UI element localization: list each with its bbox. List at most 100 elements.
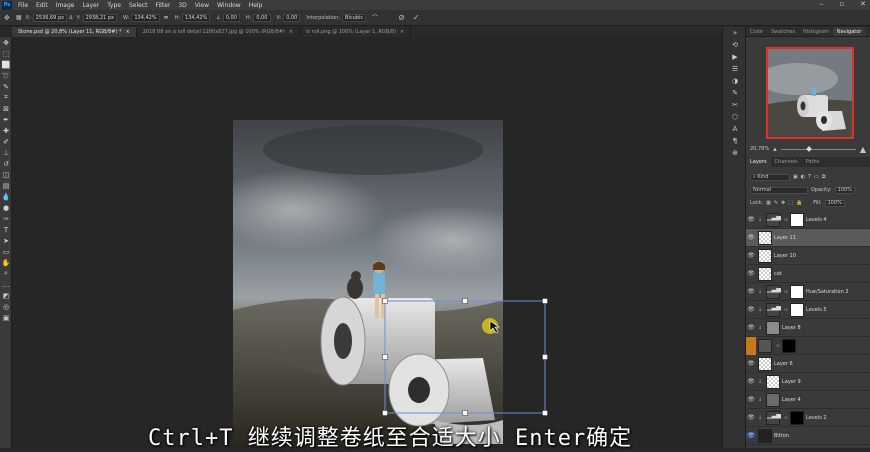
layer-name[interactable]: Hue/Saturation 2	[806, 289, 849, 295]
menu-type[interactable]: Type	[107, 2, 121, 9]
zoom-value[interactable]: 20,78%	[750, 146, 769, 152]
properties-icon[interactable]: ☰	[723, 63, 747, 75]
artboard-tool-icon[interactable]: ⬚	[0, 48, 12, 59]
paragraph-icon[interactable]: ¶	[723, 135, 747, 147]
visibility-eye-icon[interactable]: 👁	[746, 216, 756, 223]
frame-tool-icon[interactable]: ⊠	[0, 103, 12, 114]
lock-pixels-icon[interactable]: ▦	[766, 200, 771, 206]
layer-row[interactable]: 👁 ↓ ▁▃▅ ∞ Levels 4	[746, 211, 870, 229]
history-icon[interactable]: ⟲	[723, 39, 747, 51]
tab-close-icon[interactable]: ×	[126, 29, 130, 35]
layer-row[interactable]: 👁 ↓ Layer 4	[746, 391, 870, 409]
blur-tool-icon[interactable]: 💧	[0, 191, 12, 202]
path-select-icon[interactable]: ➤	[0, 235, 12, 246]
menu-window[interactable]: Window	[217, 2, 241, 9]
menu-edit[interactable]: Edit	[36, 2, 48, 9]
menu-select[interactable]: Select	[129, 2, 148, 9]
layer-row[interactable]: 👁 ↓ Layer 8	[746, 319, 870, 337]
y-field[interactable]: 2938,21 px	[82, 13, 117, 22]
zoom-tool-icon[interactable]: ⌕	[0, 268, 12, 279]
quick-mask-icon[interactable]: ◎	[0, 301, 12, 312]
tab-stone[interactable]: Stone.psd @ 20,8% (Layer 11, RGB/8#) * ×	[12, 27, 137, 37]
reference-point-icon[interactable]: ▦	[16, 14, 22, 21]
vskew-field[interactable]: 0,00	[283, 13, 301, 22]
more-tools-icon[interactable]: …	[0, 279, 12, 290]
minimize-icon[interactable]: –	[820, 0, 824, 8]
layer-name[interactable]: Layer 9	[782, 379, 801, 385]
history-brush-icon[interactable]: ↺	[0, 158, 12, 169]
quick-select-icon[interactable]: ✎	[0, 81, 12, 92]
visibility-eye-icon[interactable]: 👁	[746, 288, 756, 295]
cancel-transform-icon[interactable]: ⊘	[398, 13, 405, 22]
hskew-field[interactable]: 0,00	[253, 13, 271, 22]
menu-image[interactable]: Image	[56, 2, 75, 9]
tab-roll[interactable]: ls roll.png @ 100% (Layer 1, RGB/8) ×	[300, 27, 412, 37]
tab-roll-detail[interactable]: 2018 08 on a roll detail 1280x827.jpg @ …	[137, 27, 301, 37]
layer-mask-thumbnail[interactable]	[782, 338, 796, 353]
layer-row[interactable]: ∞	[746, 336, 870, 355]
height-field[interactable]: 134,42%	[182, 13, 211, 22]
visibility-eye-icon[interactable]: 👁	[746, 378, 756, 385]
delta-icon[interactable]: Δ	[69, 15, 72, 21]
layer-row[interactable]: 👁 ↓ ▁▃▅ ∞ Levels 5	[746, 301, 870, 319]
marquee-tool-icon[interactable]: ⬜	[0, 59, 12, 70]
menu-layer[interactable]: Layer	[82, 2, 99, 9]
visibility-eye-icon[interactable]: 👁	[746, 270, 756, 277]
glyphs-icon[interactable]: ⊕	[723, 147, 747, 159]
visibility-eye-icon[interactable]: 👁	[746, 324, 756, 331]
filter-adjust-icon[interactable]: ◐	[801, 174, 805, 180]
stamp-tool-icon[interactable]: ⊥	[0, 147, 12, 158]
move-tool-icon[interactable]: ✥	[4, 14, 10, 22]
visibility-eye-icon[interactable]: 👁	[746, 360, 756, 367]
filter-smart-icon[interactable]: ⧉	[822, 174, 826, 180]
interpolation-select[interactable]: Bicubic	[342, 13, 367, 22]
fill-field[interactable]: 100%	[824, 199, 845, 207]
layer-name[interactable]: Levels 5	[806, 307, 827, 313]
transform-bounding-box[interactable]	[12, 37, 722, 448]
dodge-tool-icon[interactable]: ●	[0, 202, 12, 213]
layer-row[interactable]: 👁 ↓ ▁▃▅ ∞ Levels 2	[746, 409, 870, 427]
layer-name[interactable]: Layer 8	[782, 325, 801, 331]
lock-move-icon[interactable]: ✥	[781, 200, 785, 206]
link-icon[interactable]: ∞	[164, 14, 169, 21]
photoshop-logo[interactable]: Ps	[2, 0, 12, 10]
filter-type-icon[interactable]: T	[808, 174, 811, 180]
visibility-eye-icon[interactable]: 👁	[746, 414, 756, 421]
move-tool-icon[interactable]: ✥	[0, 37, 12, 48]
layer-row[interactable]: 👁 cat	[746, 265, 870, 283]
layer-row[interactable]: 👁 Layer 10	[746, 247, 870, 265]
pen-tool-icon[interactable]: ✑	[0, 213, 12, 224]
visibility-eye-icon[interactable]: 👁	[746, 306, 756, 313]
width-field[interactable]: 134,42%	[131, 13, 160, 22]
layer-row[interactable]: 👁 ↓ ▁▃▅ ∞ Hue/Saturation 2	[746, 283, 870, 301]
warp-icon[interactable]: ⌒	[372, 13, 378, 22]
tab-channels[interactable]: Channels	[771, 157, 802, 167]
commit-transform-icon[interactable]: ✓	[413, 13, 420, 22]
canvas-area[interactable]	[12, 37, 722, 448]
tab-layers[interactable]: Layers	[746, 157, 771, 167]
zoom-slider-thumb[interactable]	[806, 145, 812, 152]
layer-row[interactable]: 👁 ↓ Layer 9	[746, 373, 870, 391]
shape-tool-icon[interactable]: ▭	[0, 246, 12, 257]
layer-mask-thumbnail[interactable]	[790, 284, 804, 299]
zoom-in-icon[interactable]: ▲	[860, 145, 866, 154]
menu-view[interactable]: View	[195, 2, 209, 9]
tab-navigator[interactable]: Navigator	[832, 27, 866, 36]
layer-row[interactable]: 👁 Bitton	[746, 427, 870, 445]
opacity-field[interactable]: 100%	[834, 186, 855, 194]
healing-brush-icon[interactable]: ✚	[0, 125, 12, 136]
layer-name[interactable]: cat	[774, 271, 782, 277]
character-icon[interactable]: A	[723, 123, 747, 135]
color-swatch-icon[interactable]: ◩	[0, 290, 12, 301]
layer-name[interactable]: Levels 4	[806, 217, 827, 223]
lock-paint-icon[interactable]: ✎	[774, 200, 778, 206]
visibility-eye-icon[interactable]: 👁	[746, 234, 756, 241]
lock-artboard-icon[interactable]: ⬚	[788, 200, 793, 206]
layer-name[interactable]: Layer 6	[774, 361, 793, 367]
menu-filter[interactable]: Filter	[156, 2, 171, 9]
tab-swatches[interactable]: Swatches	[767, 27, 799, 36]
3d-icon[interactable]: ⬡	[723, 111, 747, 123]
tool-presets-icon[interactable]: ✂	[723, 99, 747, 111]
visibility-eye-icon[interactable]: 👁	[746, 432, 756, 439]
tab-close-icon[interactable]: ×	[289, 29, 293, 35]
